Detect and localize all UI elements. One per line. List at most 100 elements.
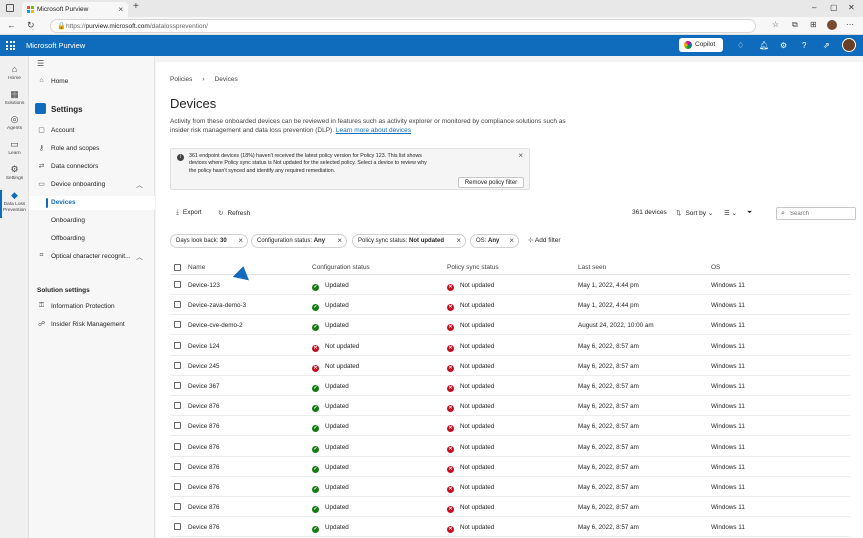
nav-item-onboarding[interactable]: Onboarding bbox=[29, 214, 155, 228]
chevron-up-icon[interactable]: ︿ bbox=[136, 252, 143, 262]
user-avatar[interactable] bbox=[842, 38, 856, 52]
column-header-configuration-status[interactable]: Configuration status bbox=[312, 264, 370, 271]
nav-item-insider-risk-management[interactable]: ☍ Insider Risk Management bbox=[29, 318, 155, 332]
row-checkbox[interactable] bbox=[174, 422, 181, 430]
minimize-icon[interactable]: – bbox=[812, 3, 816, 12]
device-name[interactable]: Device-123 bbox=[188, 282, 220, 289]
rail-settings[interactable]: ⚙ Settings bbox=[0, 164, 29, 182]
device-name[interactable]: Device 245 bbox=[188, 363, 220, 370]
table-row[interactable]: Device 876 ✓ Updated ✕ Not updated May 6, 202… bbox=[170, 416, 850, 437]
row-checkbox[interactable] bbox=[174, 281, 181, 288]
filter-icon[interactable]: ⏷ bbox=[747, 209, 752, 217]
export-button[interactable]: ⤓ Export bbox=[176, 209, 202, 217]
device-name[interactable]: Device 367 bbox=[188, 383, 220, 390]
help-icon[interactable]: ? bbox=[802, 41, 806, 50]
back-icon[interactable]: ← bbox=[7, 20, 16, 30]
row-checkbox[interactable] bbox=[174, 523, 181, 531]
column-header-last-seen[interactable]: Last seen bbox=[578, 264, 606, 271]
view-options-button[interactable]: ☰ ⌄ bbox=[724, 209, 737, 217]
device-name[interactable]: Device 876 bbox=[188, 464, 220, 471]
browser-profile-avatar[interactable] bbox=[827, 20, 837, 30]
column-header-os[interactable]: OS bbox=[711, 264, 720, 271]
app-brand[interactable]: Microsoft Purview bbox=[26, 41, 85, 50]
device-name[interactable]: Device 876 bbox=[188, 403, 220, 410]
table-row[interactable]: Device 876 ✓ Updated ✕ Not updated May 6, 202… bbox=[170, 457, 850, 477]
table-row[interactable]: Device-zava-demo-3 ✓ Updated ✕ Not updated Ma… bbox=[170, 295, 850, 316]
hamburger-menu-icon[interactable]: ☰ bbox=[37, 59, 44, 68]
nav-item-ocr[interactable]: ⌗ Optical character recognit... ︿ bbox=[29, 250, 155, 264]
notification-bell-icon[interactable]: ♢ bbox=[737, 41, 744, 50]
nav-item-information-protection[interactable]: ⚿ Information Protection bbox=[29, 300, 155, 314]
device-name[interactable]: Device 876 bbox=[188, 423, 220, 430]
tab-actions-icon[interactable] bbox=[6, 4, 14, 12]
maximize-icon[interactable]: ▢ bbox=[830, 3, 838, 12]
device-name[interactable]: Device-zava-demo-3 bbox=[188, 302, 246, 309]
close-icon[interactable]: × bbox=[518, 151, 523, 160]
select-all-checkbox[interactable] bbox=[174, 264, 181, 271]
share-icon[interactable]: ⇗ bbox=[823, 41, 830, 50]
app-launcher-icon[interactable] bbox=[6, 41, 15, 50]
nav-item-data-connectors[interactable]: ⇄ Data connectors bbox=[29, 160, 155, 174]
add-filter-button[interactable]: ⊹ Add filter bbox=[528, 236, 561, 244]
remove-policy-filter-button[interactable]: Remove policy filter bbox=[458, 177, 524, 188]
column-header-policy-sync-status[interactable]: Policy sync status bbox=[447, 264, 499, 271]
copilot-button[interactable]: Copilot bbox=[679, 38, 723, 52]
nav-item-home[interactable]: ⌂ Home bbox=[29, 75, 155, 89]
favorite-icon[interactable]: ☆ bbox=[772, 20, 779, 29]
remove-filter-icon[interactable]: × bbox=[509, 235, 514, 247]
row-checkbox[interactable] bbox=[174, 341, 181, 349]
table-row[interactable]: Device 876 ✓ Updated ✕ Not updated May 6, 202… bbox=[170, 437, 850, 457]
filter-pill-configuration-status[interactable]: Configuration status: Any × bbox=[251, 234, 347, 248]
column-header-name[interactable]: Name bbox=[188, 264, 205, 271]
device-name[interactable]: Device 876 bbox=[188, 524, 220, 531]
row-checkbox[interactable] bbox=[174, 442, 181, 450]
table-row[interactable]: Device-123 ✓ Updated ✕ Not updated May 1, 202… bbox=[170, 275, 850, 295]
nav-item-device-onboarding[interactable]: ▭ Device onboarding ︿ bbox=[29, 178, 155, 192]
filter-pill-os[interactable]: OS: Any × bbox=[470, 234, 519, 248]
browser-tab[interactable]: Microsoft Purview × bbox=[22, 2, 128, 17]
url-field[interactable]: 🔒 https://purview.microsoft.com/dataloss… bbox=[50, 19, 756, 33]
row-checkbox[interactable] bbox=[174, 483, 181, 490]
table-row[interactable]: Device 245 ✕ Not updated ✕ Not updated May 6,… bbox=[170, 356, 850, 376]
device-name[interactable]: Device-cve-demo-2 bbox=[188, 322, 243, 329]
row-checkbox[interactable] bbox=[174, 361, 181, 369]
row-checkbox[interactable] bbox=[174, 382, 181, 389]
table-row[interactable]: Device 367 ✓ Updated ✕ Not updated May 6, 202… bbox=[170, 376, 850, 396]
chevron-up-icon[interactable]: ︿ bbox=[136, 180, 143, 190]
more-icon[interactable]: ⋯ bbox=[846, 20, 854, 29]
alerts-icon[interactable]: 🔔︎ bbox=[759, 41, 769, 50]
close-window-icon[interactable]: ✕ bbox=[848, 3, 855, 12]
rail-home[interactable]: ⌂ Home bbox=[0, 64, 29, 82]
row-checkbox[interactable] bbox=[174, 321, 181, 329]
filter-pill-policy-sync-status[interactable]: Policy sync status: Not updated × bbox=[352, 234, 466, 248]
device-name[interactable]: Device 876 bbox=[188, 504, 220, 511]
rail-solutions[interactable]: ▦ Solutions bbox=[0, 89, 29, 107]
nav-item-offboarding[interactable]: Offboarding bbox=[29, 232, 155, 246]
device-name[interactable]: Device 876 bbox=[188, 484, 220, 491]
table-row[interactable]: Device 876 ✓ Updated ✕ Not updated May 6, 202… bbox=[170, 517, 850, 538]
refresh-button[interactable]: ↻ Refresh bbox=[218, 209, 250, 217]
remove-filter-icon[interactable]: × bbox=[238, 235, 243, 247]
device-name[interactable]: Device 124 bbox=[188, 343, 220, 350]
nav-item-account[interactable]: ▢ Account bbox=[29, 124, 155, 138]
remove-filter-icon[interactable]: × bbox=[456, 235, 461, 247]
new-tab-icon[interactable]: + bbox=[133, 1, 139, 12]
refresh-page-icon[interactable]: ↻ bbox=[27, 20, 35, 31]
table-row[interactable]: Device 876 ✓ Updated ✕ Not updated May 6, 202… bbox=[170, 396, 850, 417]
row-checkbox[interactable] bbox=[174, 503, 181, 511]
row-checkbox[interactable] bbox=[174, 402, 181, 410]
collections-icon[interactable]: ⧉ bbox=[792, 20, 798, 30]
rail-data-loss-prevention[interactable]: ◆ Data Loss Prevention bbox=[0, 190, 29, 218]
nav-item-role-and-scopes[interactable]: ⚷ Role and scopes bbox=[29, 142, 155, 156]
extensions-icon[interactable]: ⊞ bbox=[810, 20, 817, 29]
learn-more-link[interactable]: Learn more about devices bbox=[336, 127, 411, 134]
nav-item-devices[interactable]: Devices bbox=[29, 196, 155, 210]
row-checkbox[interactable] bbox=[174, 462, 181, 470]
table-row[interactable]: Device-cve-demo-2 ✓ Updated ✕ Not updated Aug… bbox=[170, 315, 850, 336]
filter-pill-days-look-back[interactable]: Days look back: 30 × bbox=[170, 234, 248, 248]
search-box[interactable]: ⌕ bbox=[776, 207, 856, 220]
remove-filter-icon[interactable]: × bbox=[337, 235, 342, 247]
breadcrumb-policies[interactable]: Policies bbox=[170, 76, 192, 83]
table-row[interactable]: Device 876 ✓ Updated ✕ Not updated May 6, 202… bbox=[170, 497, 850, 518]
row-checkbox[interactable] bbox=[174, 301, 181, 309]
